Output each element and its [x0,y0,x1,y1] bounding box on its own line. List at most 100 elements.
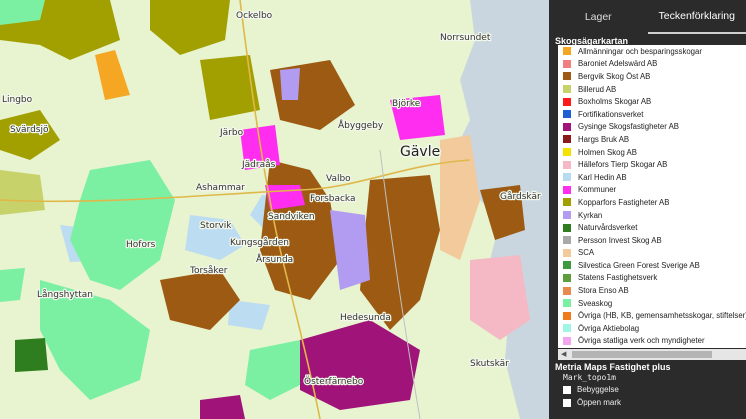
area-kyrkan [280,68,300,100]
metria-title: Metria Maps Fastighet plus [555,362,671,372]
legend-item: SCA [558,247,746,260]
legend-swatch [563,211,571,220]
legend-item: Billerud AB [558,83,746,96]
place-label: Ashammar [196,183,245,193]
place-label: Lingbo [2,95,33,105]
legend-label: Sveaskog [578,298,613,308]
legend-swatch [563,248,571,257]
place-label: Ockelbo [236,11,273,21]
legend-swatch [563,185,571,194]
legend-item: Kopparfors Fastigheter AB [558,196,746,209]
legend-label: Stora Enso AB [578,286,629,296]
legend-horizontal-scrollbar[interactable]: ◀ [558,349,746,360]
place-label: Gårdskär [500,191,541,202]
legend-item: Sveaskog [558,297,746,310]
legend-swatch [563,160,571,169]
legend-swatch [563,286,571,295]
place-label: Svärdsjö [10,125,49,135]
place-label: Norrsundet [440,33,491,43]
legend-swatch [563,336,571,345]
scrollbar-thumb[interactable] [572,351,712,358]
metria-sublayer: Mark_topo1m [563,373,616,382]
metria-item-label: Bebyggelse [577,385,619,394]
legend-swatch [563,47,571,56]
legend-label: Kommuner [578,185,617,195]
legend-swatch [563,236,571,245]
place-label: Långshyttan [37,289,93,300]
legend-list[interactable]: Allmänningar och besparingsskogar Baronie… [558,45,746,348]
place-label: Forsbacka [310,194,356,204]
legend-label: Billerud AB [578,84,617,94]
legend-label: SCA [578,248,595,258]
legend-swatch [563,273,571,282]
legend-item: Kyrkan [558,209,746,222]
legend-swatch [563,72,571,81]
legend-label: Naturvårdsverket [578,223,638,233]
legend-swatch [563,299,571,308]
legend-item: Silvestica Green Forest Sverige AB [558,259,746,272]
legend-swatch [563,59,571,68]
place-label: Årsunda [256,253,293,265]
area-billerud [0,170,45,215]
legend-item: Stora Enso AB [558,284,746,297]
place-label: Hedesunda [340,313,391,323]
place-label: Gävle [400,144,440,160]
legend-label: Persson Invest Skog AB [578,235,662,245]
place-label: Storvik [200,221,232,231]
legend-label: Allmänningar och besparingsskogar [578,46,702,56]
legend-label: Holmen Skog AB [578,147,637,157]
legend-swatch [563,148,571,157]
legend-swatch [563,311,571,320]
legend-label: Kopparfors Fastigheter AB [578,197,670,207]
place-label: Valbo [326,174,351,184]
legend-swatch [563,122,571,131]
side-panel: Lager Teckenförklaring Skogsägarkartan A… [549,0,746,419]
map-view[interactable]: Ockelbo Lingbo Svärdsjö Järbo Åbyggeby B… [0,0,549,419]
legend-item: Hargs Bruk AB [558,133,746,146]
place-label: Torsåker [189,265,228,276]
place-label: Kungsgården [230,237,289,248]
legend-label: Hargs Bruk AB [578,134,630,144]
legend-item: Fortifikationsverket [558,108,746,121]
legend-label: Statens Fastighetsverk [578,273,658,283]
legend-swatch [563,97,571,106]
oppen-mark-swatch [563,398,571,407]
legend-item: Hällefors Tierp Skogar AB [558,158,746,171]
legend-item: Allmänningar och besparingsskogar [558,45,746,58]
tab-teckenforklaring[interactable]: Teckenförklaring [647,0,746,34]
place-label: Österfärnebo [304,376,364,387]
legend-item: Persson Invest Skog AB [558,234,746,247]
place-label: Sandviken [268,212,315,222]
legend-swatch [563,324,571,333]
place-label: Skutskär [470,359,509,369]
legend-label: Övriga statliga verk och myndigheter [578,336,705,346]
legend-swatch [563,261,571,270]
legend-swatch [563,223,571,232]
place-label: Hofors [126,240,156,250]
legend-swatch [563,110,571,119]
legend-label: Kyrkan [578,210,603,220]
legend-swatch [563,135,571,144]
legend-swatch [563,85,571,94]
legend-label: Fortifikationsverket [578,109,644,119]
panel-tabs: Lager Teckenförklaring [549,0,746,34]
legend-item: Holmen Skog AB [558,146,746,159]
legend-item: Övriga Aktiebolag [558,322,746,335]
legend-label: Bergvik Skog Öst AB [578,71,651,81]
legend-item: Statens Fastighetsverk [558,272,746,285]
legend-label: Övriga (HB, KB, gemensamhetsskogar, stif… [578,311,746,321]
legend-item: Boxholms Skogar AB [558,95,746,108]
legend-label: Karl Hedin AB [578,172,627,182]
place-label: Järbo [219,128,244,138]
legend-swatch [563,173,571,182]
legend-label: Baroniet Adelswärd AB [578,59,658,69]
legend-item: Övriga (HB, KB, gemensamhetsskogar, stif… [558,309,746,322]
map-canvas[interactable]: Ockelbo Lingbo Svärdsjö Järbo Åbyggeby B… [0,0,549,419]
tab-lager[interactable]: Lager [549,0,648,34]
scroll-left-icon[interactable]: ◀ [561,351,566,358]
legend-item: Baroniet Adelswärd AB [558,58,746,71]
legend-item: Naturvårdsverket [558,221,746,234]
legend-item: Bergvik Skog Öst AB [558,70,746,83]
place-label: Jädraås [241,159,276,170]
legend-label: Silvestica Green Forest Sverige AB [578,260,700,270]
